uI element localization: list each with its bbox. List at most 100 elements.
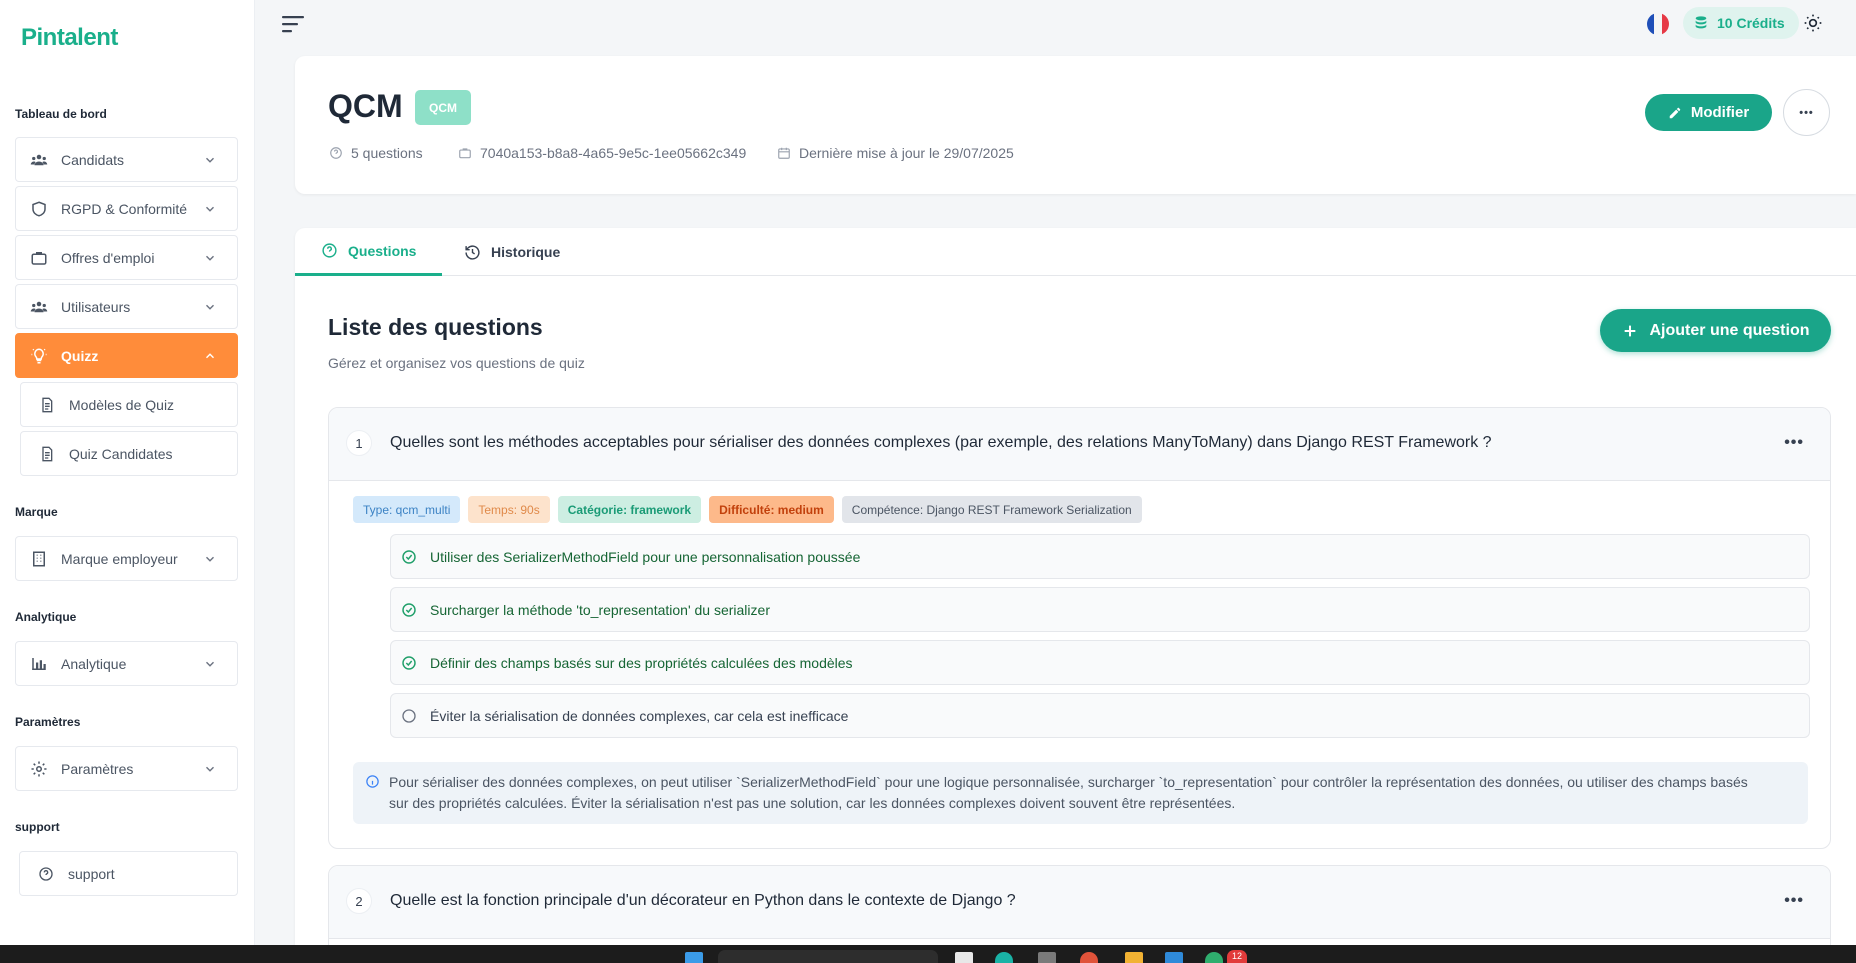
sidebar-item-label: Paramètres <box>61 760 134 777</box>
taskbar-app-icon[interactable] <box>955 952 973 963</box>
language-flag-icon[interactable] <box>1647 13 1669 35</box>
section-settings: Paramètres <box>15 715 81 729</box>
answer-option: Utiliser des SerializerMethodField pour … <box>390 534 1810 579</box>
more-options-button[interactable]: ••• <box>1783 89 1830 136</box>
tabs: Questions Historique <box>295 228 1856 276</box>
question-header[interactable]: 1 Quelles sont les méthodes acceptables … <box>329 408 1830 481</box>
sidebar-item-gdpr[interactable]: RGPD & Conformité <box>15 186 238 231</box>
explanation-box: Pour sérialiser des données complexes, o… <box>353 762 1808 824</box>
taskbar-app-icon[interactable] <box>1038 952 1056 963</box>
section-brand: Marque <box>15 505 58 519</box>
sidebar-item-label: Modèles de Quiz <box>69 396 175 413</box>
edit-button[interactable]: Modifier <box>1645 94 1772 131</box>
sidebar-item-quiz[interactable]: Quizz <box>15 333 238 378</box>
chevron-down-icon <box>206 157 214 163</box>
check-circle-icon <box>402 602 416 617</box>
sidebar-subitem-quiz-candidates[interactable]: Quiz Candidates <box>20 431 238 476</box>
os-taskbar: 12 <box>0 945 1856 963</box>
meta-updated: Dernière mise à jour le 29/07/2025 <box>777 145 1014 161</box>
document-icon <box>37 395 57 415</box>
questions-card: Questions Historique Liste des questions… <box>295 228 1856 945</box>
question-menu-button[interactable]: ••• <box>1784 892 1804 910</box>
calendar-icon <box>778 147 790 159</box>
shield-icon <box>29 199 49 219</box>
menu-toggle-icon[interactable] <box>282 14 306 34</box>
lightbulb-icon <box>29 346 49 366</box>
windows-start-icon[interactable] <box>685 952 703 963</box>
sidebar-item-users[interactable]: Utilisateurs <box>15 284 238 329</box>
explanation-line-1: Pour sérialiser des données complexes, o… <box>389 774 1748 790</box>
question-circle-icon <box>322 243 337 258</box>
page-title: QCM <box>328 88 403 124</box>
taskbar-search[interactable] <box>718 950 938 963</box>
question-number: 2 <box>346 888 372 914</box>
sidebar-item-jobs[interactable]: Offres d'emploi <box>15 235 238 280</box>
brand-logo[interactable]: Pintalent <box>21 24 118 52</box>
chevron-down-icon <box>206 255 214 261</box>
sidebar-item-label: Quiz Candidates <box>69 445 173 462</box>
check-circle-icon <box>402 655 416 670</box>
empty-circle-icon <box>402 708 416 723</box>
info-icon <box>366 775 379 788</box>
theme-toggle-sun-icon[interactable] <box>1803 13 1823 33</box>
taskbar-app-icon[interactable] <box>995 952 1013 963</box>
tag-category: Catégorie: framework <box>557 496 702 523</box>
question-text: Quelles sont les méthodes acceptables po… <box>390 434 1492 451</box>
answer-option: Définir des champs basés sur des proprié… <box>390 640 1810 685</box>
taskbar-folder-icon[interactable] <box>1125 952 1143 963</box>
sidebar-item-label: RGPD & Conformité <box>61 200 188 217</box>
add-question-button[interactable]: Ajouter une question <box>1600 309 1831 352</box>
meta-id: 7040a153-b8a8-4a65-9e5c-1ee05662c349 <box>458 145 746 161</box>
sidebar-item-analytics[interactable]: Analytique <box>15 641 238 686</box>
sidebar: Pintalent Tableau de bord Candidats RGPD… <box>0 0 255 945</box>
tab-history[interactable]: Historique <box>438 228 586 276</box>
sidebar-item-label: Utilisateurs <box>61 298 131 315</box>
sidebar-item-label: Analytique <box>61 655 127 672</box>
chevron-down-icon <box>206 556 214 562</box>
pencil-icon <box>1669 107 1681 118</box>
taskbar-app-icon[interactable] <box>1205 952 1223 963</box>
meta-questions: 5 questions <box>329 145 423 161</box>
answer-option: Surcharger la méthode 'to_representation… <box>390 587 1810 632</box>
folder-icon <box>459 148 471 159</box>
check-circle-icon <box>402 549 416 564</box>
taskbar-app-icon[interactable] <box>1165 952 1183 963</box>
question-header[interactable]: 2 Quelle est la fonction principale d'un… <box>329 866 1830 939</box>
question-number: 1 <box>346 430 372 456</box>
gear-icon <box>29 759 49 779</box>
tag-type: Type: qcm_multi <box>353 496 461 523</box>
sidebar-item-candidates[interactable]: Candidats <box>15 137 238 182</box>
building-icon <box>29 549 49 569</box>
sidebar-subitem-quiz-templates[interactable]: Modèles de Quiz <box>20 382 238 427</box>
bar-chart-icon <box>29 654 49 674</box>
sidebar-item-label: Marque employeur <box>61 550 178 567</box>
users-icon <box>29 297 49 317</box>
explanation-line-2: sur des propriétés calculées. Éviter la … <box>389 795 1236 811</box>
sidebar-item-employer-brand[interactable]: Marque employeur <box>15 536 238 581</box>
history-icon <box>465 244 480 260</box>
type-badge: QCM <box>415 90 471 125</box>
section-dashboard: Tableau de bord <box>15 107 107 121</box>
question-menu-button[interactable]: ••• <box>1784 434 1804 452</box>
credits-badge[interactable]: 10 Crédits <box>1683 7 1799 39</box>
sidebar-item-label: Candidats <box>61 151 125 168</box>
sidebar-item-settings[interactable]: Paramètres <box>15 746 238 791</box>
taskbar-notification-badge: 12 <box>1227 950 1247 963</box>
section-subtitle: Gérez et organisez vos questions de quiz <box>328 355 585 371</box>
quiz-header-card: QCM QCM 5 questions 7040a153-b8a8-4a65-9… <box>295 56 1856 194</box>
tab-questions[interactable]: Questions <box>295 228 443 276</box>
sidebar-item-support[interactable]: support <box>19 851 238 896</box>
sidebar-item-label: Offres d'emploi <box>61 249 155 266</box>
chevron-down-icon <box>206 661 214 667</box>
chevron-down-icon <box>206 766 214 772</box>
taskbar-app-icon[interactable] <box>1080 952 1098 963</box>
chevron-up-icon <box>206 353 214 359</box>
section-title: Liste des questions <box>328 314 543 340</box>
tag-skill: Compétence: Django REST Framework Serial… <box>841 496 1142 523</box>
question-text: Quelle est la fonction principale d'un d… <box>390 892 1016 909</box>
section-analytics: Analytique <box>15 610 77 624</box>
question-tags: Type: qcm_multi Temps: 90s Catégorie: fr… <box>353 496 1142 523</box>
question-card: 1 Quelles sont les méthodes acceptables … <box>328 407 1831 849</box>
answer-option: Éviter la sérialisation de données compl… <box>390 693 1810 738</box>
chevron-down-icon <box>206 304 214 310</box>
